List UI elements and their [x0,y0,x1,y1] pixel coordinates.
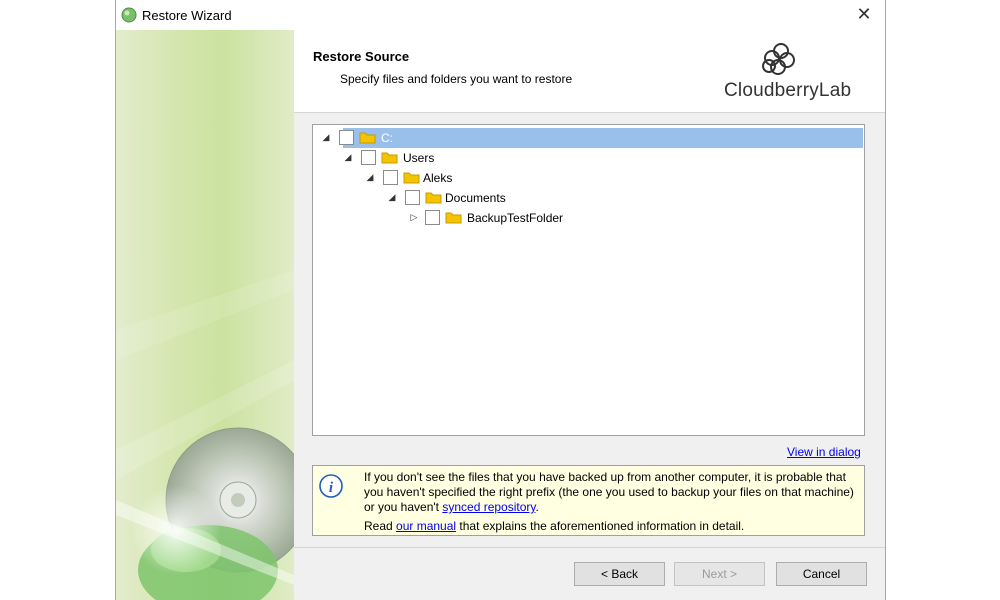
collapse-arrow-icon[interactable]: ◢ [387,192,397,202]
logo-text: CloudberryLab [724,80,852,101]
cd-disc-artwork [116,270,294,600]
tree-node-label: BackupTestFolder [467,211,564,225]
tree-node-aleks[interactable]: ◢ Aleks [367,168,681,188]
info-manual-paragraph: Read our manual that explains the aforem… [364,519,859,534]
our-manual-link[interactable]: our manual [396,519,456,533]
page-subtitle: Specify files and folders you want to re… [340,72,573,86]
info-message: If you don't see the files that you have… [364,470,859,534]
cancel-button[interactable]: Cancel [776,562,867,586]
cloudberry-app-icon [121,7,137,23]
close-icon: ✕ [856,4,872,24]
tree-node-users[interactable]: ◢ Users [345,148,661,168]
collapse-arrow-icon[interactable]: ◢ [321,132,331,142]
info-paragraph: If you don't see the files that you have… [364,470,859,515]
next-button[interactable]: Next > [674,562,765,586]
tree-checkbox[interactable] [383,170,398,185]
info-box: i If you don't see the files that you ha… [312,465,865,536]
synced-repository-link[interactable]: synced repository [442,500,535,514]
info-text-part: If you don't see the files that you have… [364,470,854,514]
folder-icon [359,132,376,144]
tree-node-documents[interactable]: ◢ Documents [389,188,703,208]
tree-checkbox[interactable] [361,150,376,165]
tree-node-c-drive[interactable]: ◢ C: [323,128,863,148]
restore-source-tree[interactable]: ◢ C: ◢ Users ◢ Aleks ◢ Documents ▷ Backu… [312,124,865,436]
page-title: Restore Source [313,49,410,64]
folder-icon [403,172,420,184]
tree-node-backuptestfolder[interactable]: ▷ BackupTestFolder [411,208,725,228]
info-text-end: . [535,500,539,514]
view-in-dialog-link[interactable]: View in dialog [787,445,861,459]
cloudberrylab-logo: CloudberryLab [722,38,851,108]
wizard-side-banner [116,30,294,600]
footer-divider [294,547,885,548]
window-title: Restore Wizard [142,8,232,23]
folder-icon [381,152,398,164]
tree-node-label: Aleks [423,171,453,185]
cloudberry-logo-icon [762,43,795,75]
tree-node-label: C: [381,131,393,145]
tree-checkbox[interactable] [405,190,420,205]
folder-icon [445,212,462,224]
info-icon: i [319,474,343,498]
collapse-arrow-icon[interactable]: ◢ [343,152,353,162]
back-button[interactable]: < Back [574,562,665,586]
tree-node-label: Documents [445,191,506,205]
tree-checkbox[interactable] [425,210,440,225]
wizard-header: Restore Source Specify files and folders… [294,30,885,113]
tree-node-label: Users [403,151,435,165]
collapse-arrow-icon[interactable]: ◢ [365,172,375,182]
folder-icon [425,192,442,204]
read-suffix: that explains the aforementioned informa… [456,519,745,533]
tree-checkbox[interactable] [339,130,354,145]
expand-arrow-icon[interactable]: ▷ [409,212,419,222]
close-button[interactable]: ✕ [851,5,877,25]
title-bar: Restore Wizard ✕ [116,0,885,30]
restore-wizard-window: Restore Wizard ✕ Restore Source Specify … [115,0,886,600]
read-prefix: Read [364,519,397,533]
